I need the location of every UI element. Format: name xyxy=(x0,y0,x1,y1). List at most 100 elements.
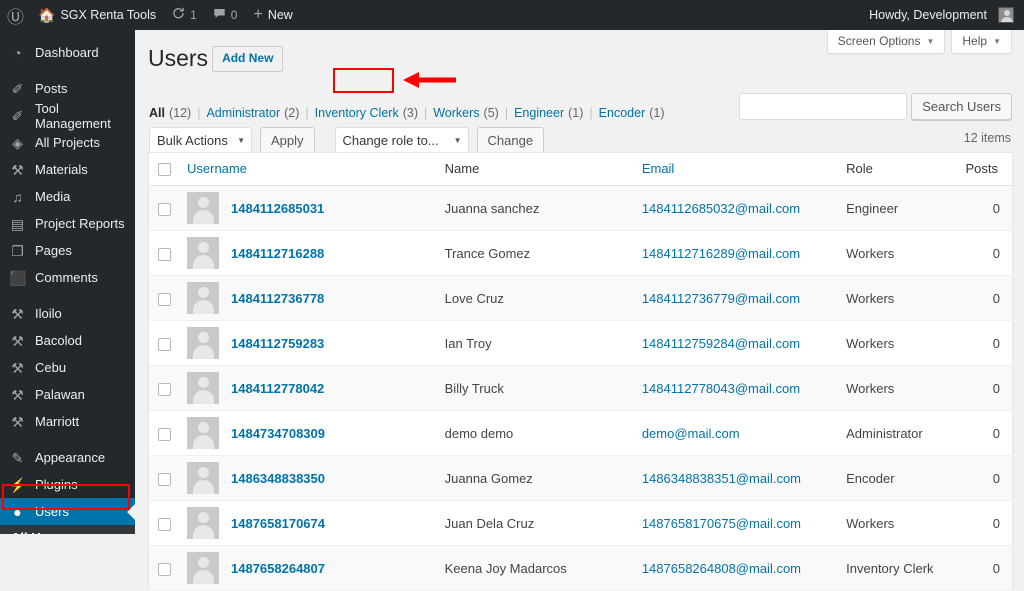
new-content-menu[interactable]: + New xyxy=(245,0,300,30)
plug-icon: ⚡ xyxy=(9,476,27,493)
filter-label: Encoder xyxy=(598,106,646,120)
username-link[interactable]: 1486348838350 xyxy=(231,471,325,486)
username-link[interactable]: 1484112759283 xyxy=(231,336,324,351)
username-cell: 1487658264807 xyxy=(179,545,437,591)
posts-count: 0 xyxy=(992,560,1000,576)
email-cell: 1487658170675@mail.com xyxy=(633,500,839,547)
sidebar-item-project-reports[interactable]: ▤ Project Reports xyxy=(0,210,135,237)
email-link[interactable]: 1487658264808@mail.com xyxy=(642,561,801,576)
user-cell-wrap: 1484112685031 xyxy=(187,192,429,225)
sidebar-item-users[interactable]: ● Users xyxy=(0,498,135,525)
column-header-username[interactable]: Username xyxy=(179,152,437,187)
sidebar-item-dashboard[interactable]: ◔ Dashboard xyxy=(0,39,135,66)
plus-icon: + xyxy=(253,6,263,23)
username-link[interactable]: 1487658264807 xyxy=(231,561,325,576)
column-header-username-link[interactable]: Username xyxy=(187,161,247,176)
comments-menu[interactable]: 0 xyxy=(205,0,246,30)
posts-count: 0 xyxy=(992,425,1000,441)
sidebar-item-appearance[interactable]: ✎ Appearance xyxy=(0,444,135,471)
row-checkbox-cell xyxy=(148,500,179,547)
username-link[interactable]: 1484112736778 xyxy=(231,291,324,306)
name-text: demo demo xyxy=(444,425,514,441)
username-link[interactable]: 1484112716288 xyxy=(231,246,324,261)
filter-link-administrator[interactable]: Administrator xyxy=(206,106,280,120)
username-link[interactable]: 1487658170674 xyxy=(231,516,325,531)
email-cell: 1484112736779@mail.com xyxy=(633,275,839,322)
select-all-header xyxy=(148,152,179,187)
username-link[interactable]: 1484112685031 xyxy=(231,201,324,216)
filter-link-encoder[interactable]: Encoder xyxy=(599,106,646,120)
sidebar-item-all-projects[interactable]: ◈ All Projects xyxy=(0,129,135,156)
username-link[interactable]: 1484112778042 xyxy=(231,381,324,396)
sidebar-item-marriott[interactable]: ⚒ Marriott xyxy=(0,408,135,435)
change-role-select[interactable]: Change role to... xyxy=(334,127,469,154)
email-link[interactable]: 1484112736779@mail.com xyxy=(642,291,800,306)
email-cell: 1484112716289@mail.com xyxy=(633,230,839,277)
sidebar-item-iloilo[interactable]: ⚒ Iloilo xyxy=(0,300,135,327)
filter-label: Inventory Clerk xyxy=(314,106,399,120)
howdy-label: Howdy, Development xyxy=(869,8,987,22)
role-text: Administrator xyxy=(846,425,923,441)
email-link[interactable]: demo@mail.com xyxy=(642,426,740,441)
screen-options-button[interactable]: Screen Options ▼ xyxy=(826,30,946,54)
search-input[interactable] xyxy=(739,93,908,120)
user-icon: ● xyxy=(13,503,22,520)
bulk-actions-select[interactable]: Bulk Actions xyxy=(149,127,252,154)
select-all-checkbox[interactable] xyxy=(158,163,171,177)
filter-link-inventory-clerk[interactable]: Inventory Clerk xyxy=(315,106,399,120)
my-account-menu[interactable]: Howdy, Development xyxy=(861,0,1024,30)
sidebar-item-materials[interactable]: ⚒ Materials xyxy=(0,156,135,183)
email-link[interactable]: 1484112685032@mail.com xyxy=(642,201,800,216)
name-cell: Juanna Gomez xyxy=(436,455,634,502)
username-cell: 1486348838350 xyxy=(179,455,437,502)
wordpress-logo-icon[interactable]: Ⓤ xyxy=(0,3,30,28)
email-link[interactable]: 1487658170675@mail.com xyxy=(642,516,801,531)
sidebar-item-pages[interactable]: ❐ Pages xyxy=(0,237,135,264)
sidebar-item-palawan[interactable]: ⚒ Palawan xyxy=(0,381,135,408)
sidebar-item-posts[interactable]: ✐ Posts xyxy=(0,75,135,102)
sidebar-item-comments[interactable]: ⬛ Comments xyxy=(0,264,135,291)
sidebar-item-bacolod[interactable]: ⚒ Bacolod xyxy=(0,327,135,354)
row-checkbox[interactable] xyxy=(158,427,171,441)
row-checkbox[interactable] xyxy=(158,562,171,576)
search-users-button[interactable]: Search Users xyxy=(911,93,1012,120)
email-link[interactable]: 1486348838351@mail.com xyxy=(642,471,801,486)
row-checkbox[interactable] xyxy=(158,202,171,216)
apply-button[interactable]: Apply xyxy=(260,127,315,154)
avatar xyxy=(187,372,219,405)
change-role-button[interactable]: Change xyxy=(476,127,545,154)
filter-link-engineer[interactable]: Engineer xyxy=(514,106,564,120)
sidebar-subitem-all-users[interactable]: All Users xyxy=(0,527,135,534)
row-checkbox[interactable] xyxy=(158,292,171,306)
row-checkbox[interactable] xyxy=(158,382,171,396)
table-row: 1484112759283 Ian Troy 1484112759284@mail.… xyxy=(148,320,1013,367)
sidebar-item-media[interactable]: ♫ Media xyxy=(0,183,135,210)
updates-icon xyxy=(172,7,185,23)
updates-menu[interactable]: 1 xyxy=(164,0,205,30)
email-link[interactable]: 1484112759284@mail.com xyxy=(642,336,800,351)
row-checkbox[interactable] xyxy=(158,472,171,486)
sidebar-item-tool-management[interactable]: ✐ Tool Management xyxy=(0,101,135,131)
row-checkbox[interactable] xyxy=(158,517,171,531)
filter-link-all[interactable]: All xyxy=(149,106,165,120)
screen-meta-links: Screen Options ▼ Help ▼ xyxy=(826,30,1012,54)
help-button[interactable]: Help ▼ xyxy=(951,30,1012,54)
row-checkbox[interactable] xyxy=(158,247,171,261)
tools-icon: ⚒ xyxy=(11,413,24,430)
role-cell: Workers xyxy=(838,275,958,322)
site-name-menu[interactable]: 🏠 SGX Renta Tools xyxy=(30,0,164,30)
filter-link-workers[interactable]: Workers xyxy=(433,106,479,120)
add-new-button[interactable]: Add New xyxy=(212,46,284,72)
role-text: Workers xyxy=(846,290,895,306)
sidebar-item-cebu[interactable]: ⚒ Cebu xyxy=(0,354,135,381)
column-header-email-link[interactable]: Email xyxy=(642,161,675,176)
sidebar-item-plugins[interactable]: ⚡ Plugins xyxy=(0,471,135,498)
email-link[interactable]: 1484112716289@mail.com xyxy=(642,246,800,261)
role-text: Workers xyxy=(846,380,895,396)
email-cell: 1484112759284@mail.com xyxy=(633,320,839,367)
sidebar-item-label: Pages xyxy=(35,243,72,258)
row-checkbox[interactable] xyxy=(158,337,171,351)
email-link[interactable]: 1484112778043@mail.com xyxy=(642,381,800,396)
username-link[interactable]: 1484734708309 xyxy=(231,426,325,441)
column-header-email[interactable]: Email xyxy=(633,152,839,187)
